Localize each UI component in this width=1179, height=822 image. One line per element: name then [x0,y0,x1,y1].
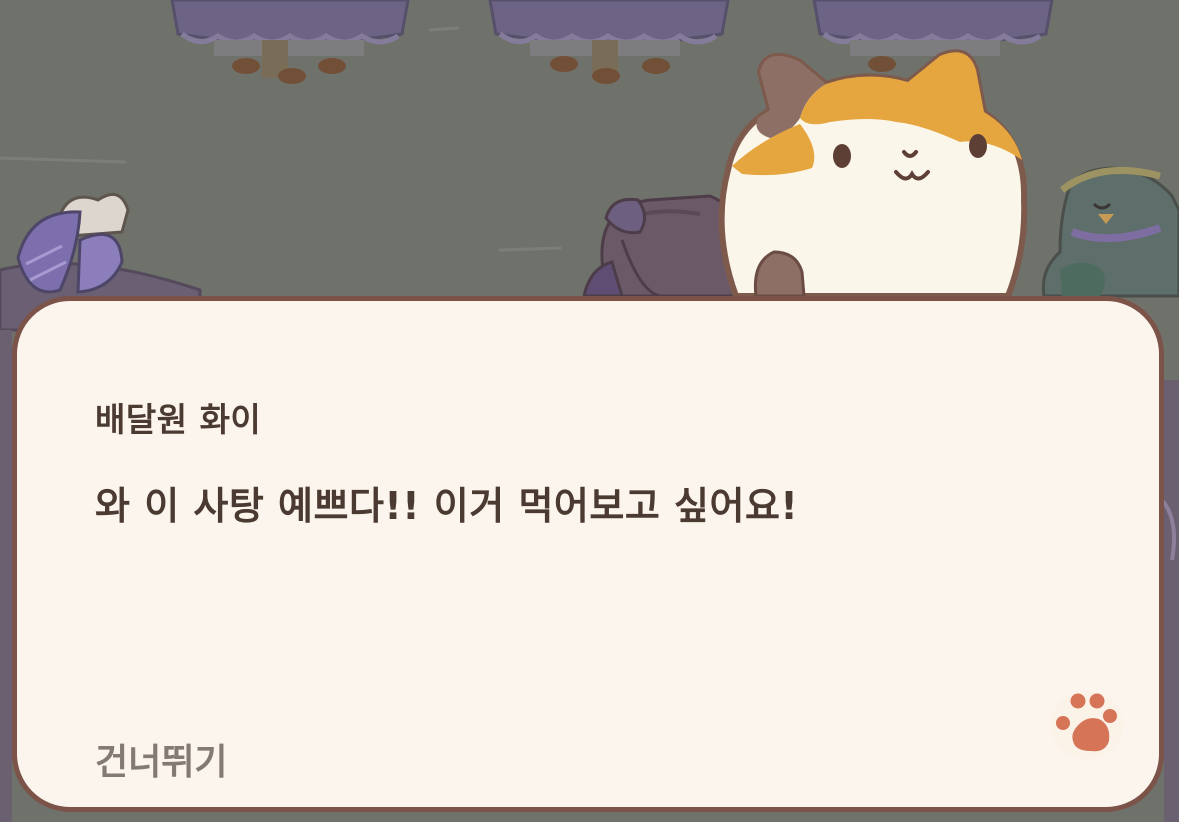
dialog-box[interactable]: 배달원 화이 와 이 사탕 예쁘다!! 이거 먹어보고 싶어요! 건너뛰기 [12,296,1164,812]
dialog-message: 와 이 사탕 예쁘다!! 이거 먹어보고 싶어요! [95,484,799,528]
skip-button[interactable]: 건너뛰기 [95,733,227,785]
calico-cat-character [718,49,1028,299]
bird-character [1041,166,1179,298]
paw-icon[interactable] [1047,685,1127,761]
speaker-name: 배달원 화이 [95,400,262,439]
